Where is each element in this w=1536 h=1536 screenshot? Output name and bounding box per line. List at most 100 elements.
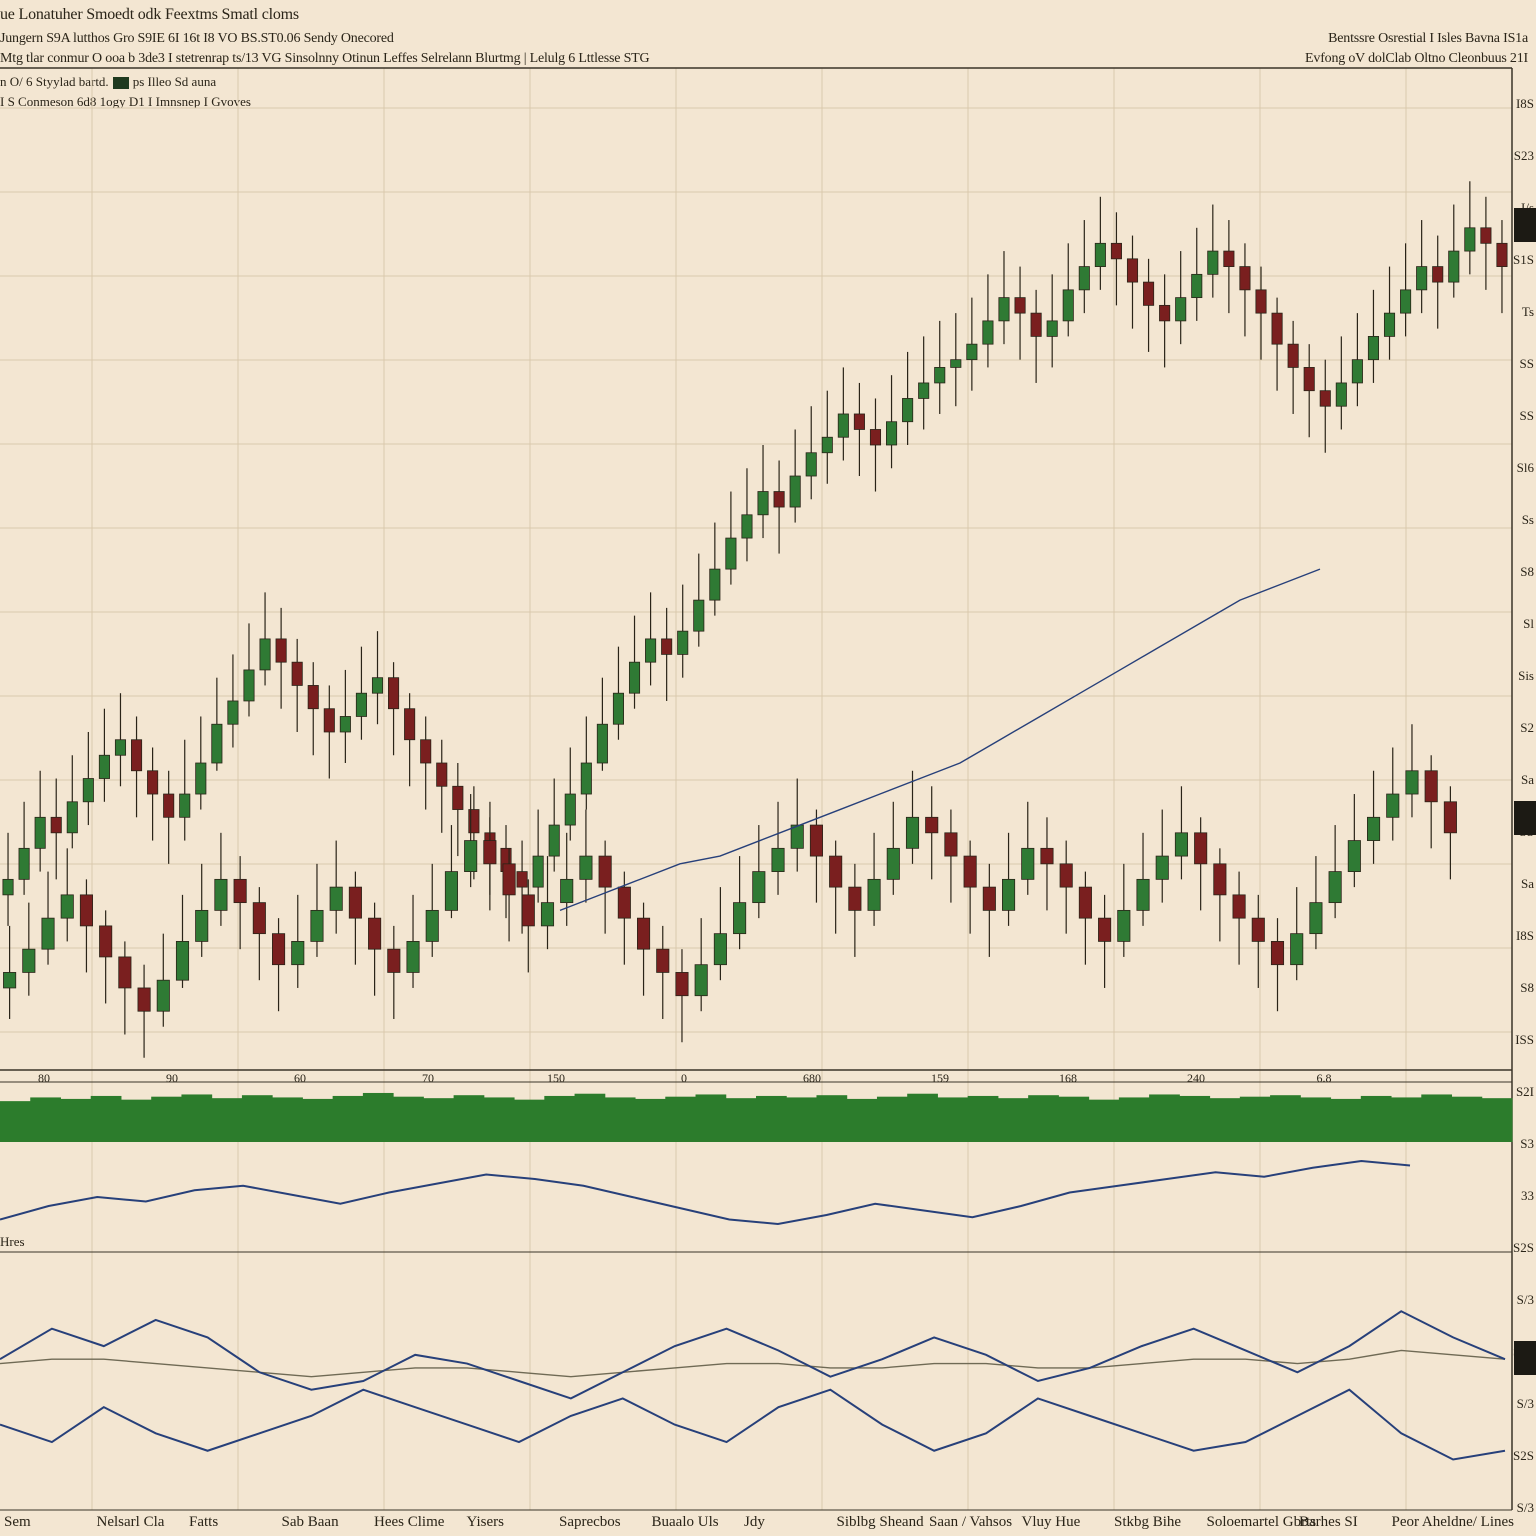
lower-series-candle	[175, 941, 190, 981]
lower-series-candle	[1002, 878, 1016, 911]
lower-series-candle	[1155, 855, 1169, 880]
y-tick-label: S3	[1520, 1136, 1534, 1151]
volume-bar	[816, 1095, 848, 1142]
upper-series-candle	[564, 793, 576, 826]
x-tick-label: 80	[38, 1071, 50, 1085]
upper-series-candle	[677, 630, 689, 655]
lower-series-candle	[829, 855, 843, 888]
upper-series-candle	[886, 421, 898, 446]
lower-series-candle	[1347, 840, 1361, 873]
lower-series-candle	[156, 979, 170, 1012]
volume-bar	[90, 1095, 122, 1142]
lower-series-candle	[99, 925, 113, 958]
lower-series-candle	[848, 886, 862, 911]
lower-series-candle	[560, 878, 574, 904]
indicator-1-line	[0, 1159, 1411, 1226]
y-tick-label: I8S	[1516, 96, 1534, 111]
indicator-2-line-c	[0, 1388, 1506, 1461]
y-tick-label: S/3	[1517, 1396, 1534, 1411]
lower-series-candle	[1424, 770, 1438, 803]
upper-series-candle	[18, 847, 30, 880]
y-tick-label: SS	[1520, 408, 1534, 423]
upper-series-candle	[869, 429, 882, 446]
upper-series-candle	[34, 816, 46, 849]
upper-series-candle	[693, 599, 705, 632]
y-tick-label: I8S	[1516, 928, 1534, 943]
volume-bar	[1118, 1097, 1150, 1142]
x-tick-label: 159	[931, 1071, 949, 1085]
upper-series-candle	[179, 793, 191, 818]
upper-series-candle	[596, 723, 608, 764]
y-tick-label: Sis	[1518, 668, 1534, 683]
upper-series-candle	[147, 770, 159, 795]
volume-bar	[997, 1098, 1029, 1142]
lower-series-candle	[867, 878, 881, 911]
volume-bar	[1481, 1098, 1513, 1142]
lower-series-candle	[733, 902, 747, 935]
upper-series-candle	[757, 491, 769, 516]
bottom-label: Nelsarl Cla	[96, 1514, 165, 1530]
lower-series-candle	[195, 909, 209, 942]
upper-series-candle	[420, 739, 432, 764]
upper-series-candle	[339, 716, 351, 733]
y-tick-label: S2	[1520, 720, 1534, 735]
x-tick-label: 240	[1187, 1071, 1205, 1085]
price-marker-box	[1514, 208, 1536, 242]
lower-series-candle	[1078, 886, 1092, 919]
upper-series-candle	[211, 723, 223, 764]
upper-series-candle	[516, 871, 528, 888]
lower-series-candle	[1367, 816, 1381, 841]
lower-series-candle	[752, 871, 766, 904]
volume-bar	[1088, 1099, 1120, 1142]
y-tick-label: S2S	[1513, 1448, 1534, 1463]
lower-series-candle	[713, 933, 727, 966]
volume-bar	[1330, 1098, 1362, 1142]
y-tick-label: Sa	[1521, 772, 1534, 787]
lower-series-candle	[1021, 847, 1035, 880]
bottom-label: Saan / Vahsos	[929, 1514, 1013, 1530]
volume-bar	[483, 1097, 515, 1142]
lower-series-candle	[771, 847, 785, 873]
upper-series-candle	[725, 537, 737, 570]
bottom-label: Saprecbos	[559, 1514, 621, 1530]
volume-bar	[695, 1094, 727, 1142]
y-tick-label: S1S	[1513, 252, 1534, 267]
lower-series-candle	[214, 878, 228, 911]
lower-series-candle	[3, 972, 17, 989]
upper-series-candle	[1367, 335, 1379, 361]
upper-series-candle	[1464, 227, 1476, 252]
bottom-label: Peor Aheldne/ Lines	[1391, 1514, 1514, 1530]
lower-series-candle	[291, 941, 305, 966]
lower-series-candle	[1098, 917, 1112, 942]
bottom-label: Fatts	[189, 1514, 219, 1530]
lower-series-candle	[444, 871, 458, 911]
volume-bar	[907, 1093, 938, 1142]
upper-series-candle	[1416, 266, 1428, 291]
upper-series-candle	[612, 692, 624, 725]
upper-series-candle	[1383, 312, 1396, 337]
upper-series-candle	[388, 677, 400, 710]
volume-bar	[756, 1095, 787, 1142]
upper-series-candle	[1126, 258, 1139, 283]
volume-bar	[665, 1096, 697, 1142]
upper-series-candle	[998, 297, 1010, 322]
lower-series-candle	[694, 964, 708, 997]
upper-series-candle	[1239, 266, 1251, 291]
y-tick-label: S23	[1514, 148, 1534, 163]
volume-bar	[272, 1097, 303, 1142]
volume-bar	[574, 1093, 606, 1142]
volume-bar	[0, 1101, 31, 1142]
volume-bar	[60, 1098, 92, 1142]
x-tick-label: 0	[681, 1071, 687, 1085]
x-tick-label: 680	[803, 1071, 821, 1085]
lower-series-candle	[425, 909, 439, 942]
upper-series-candle	[853, 413, 865, 430]
y-tick-label: Sa	[1521, 876, 1534, 891]
y-tick-label: 33	[1521, 1188, 1534, 1203]
bottom-label: Jdy	[744, 1514, 765, 1530]
y-tick-label: ISS	[1515, 1032, 1534, 1047]
upper-series-candle	[1351, 359, 1363, 384]
lower-series-candle	[656, 948, 670, 973]
upper-series-candle	[50, 816, 62, 834]
upper-series-candle	[1400, 289, 1412, 314]
